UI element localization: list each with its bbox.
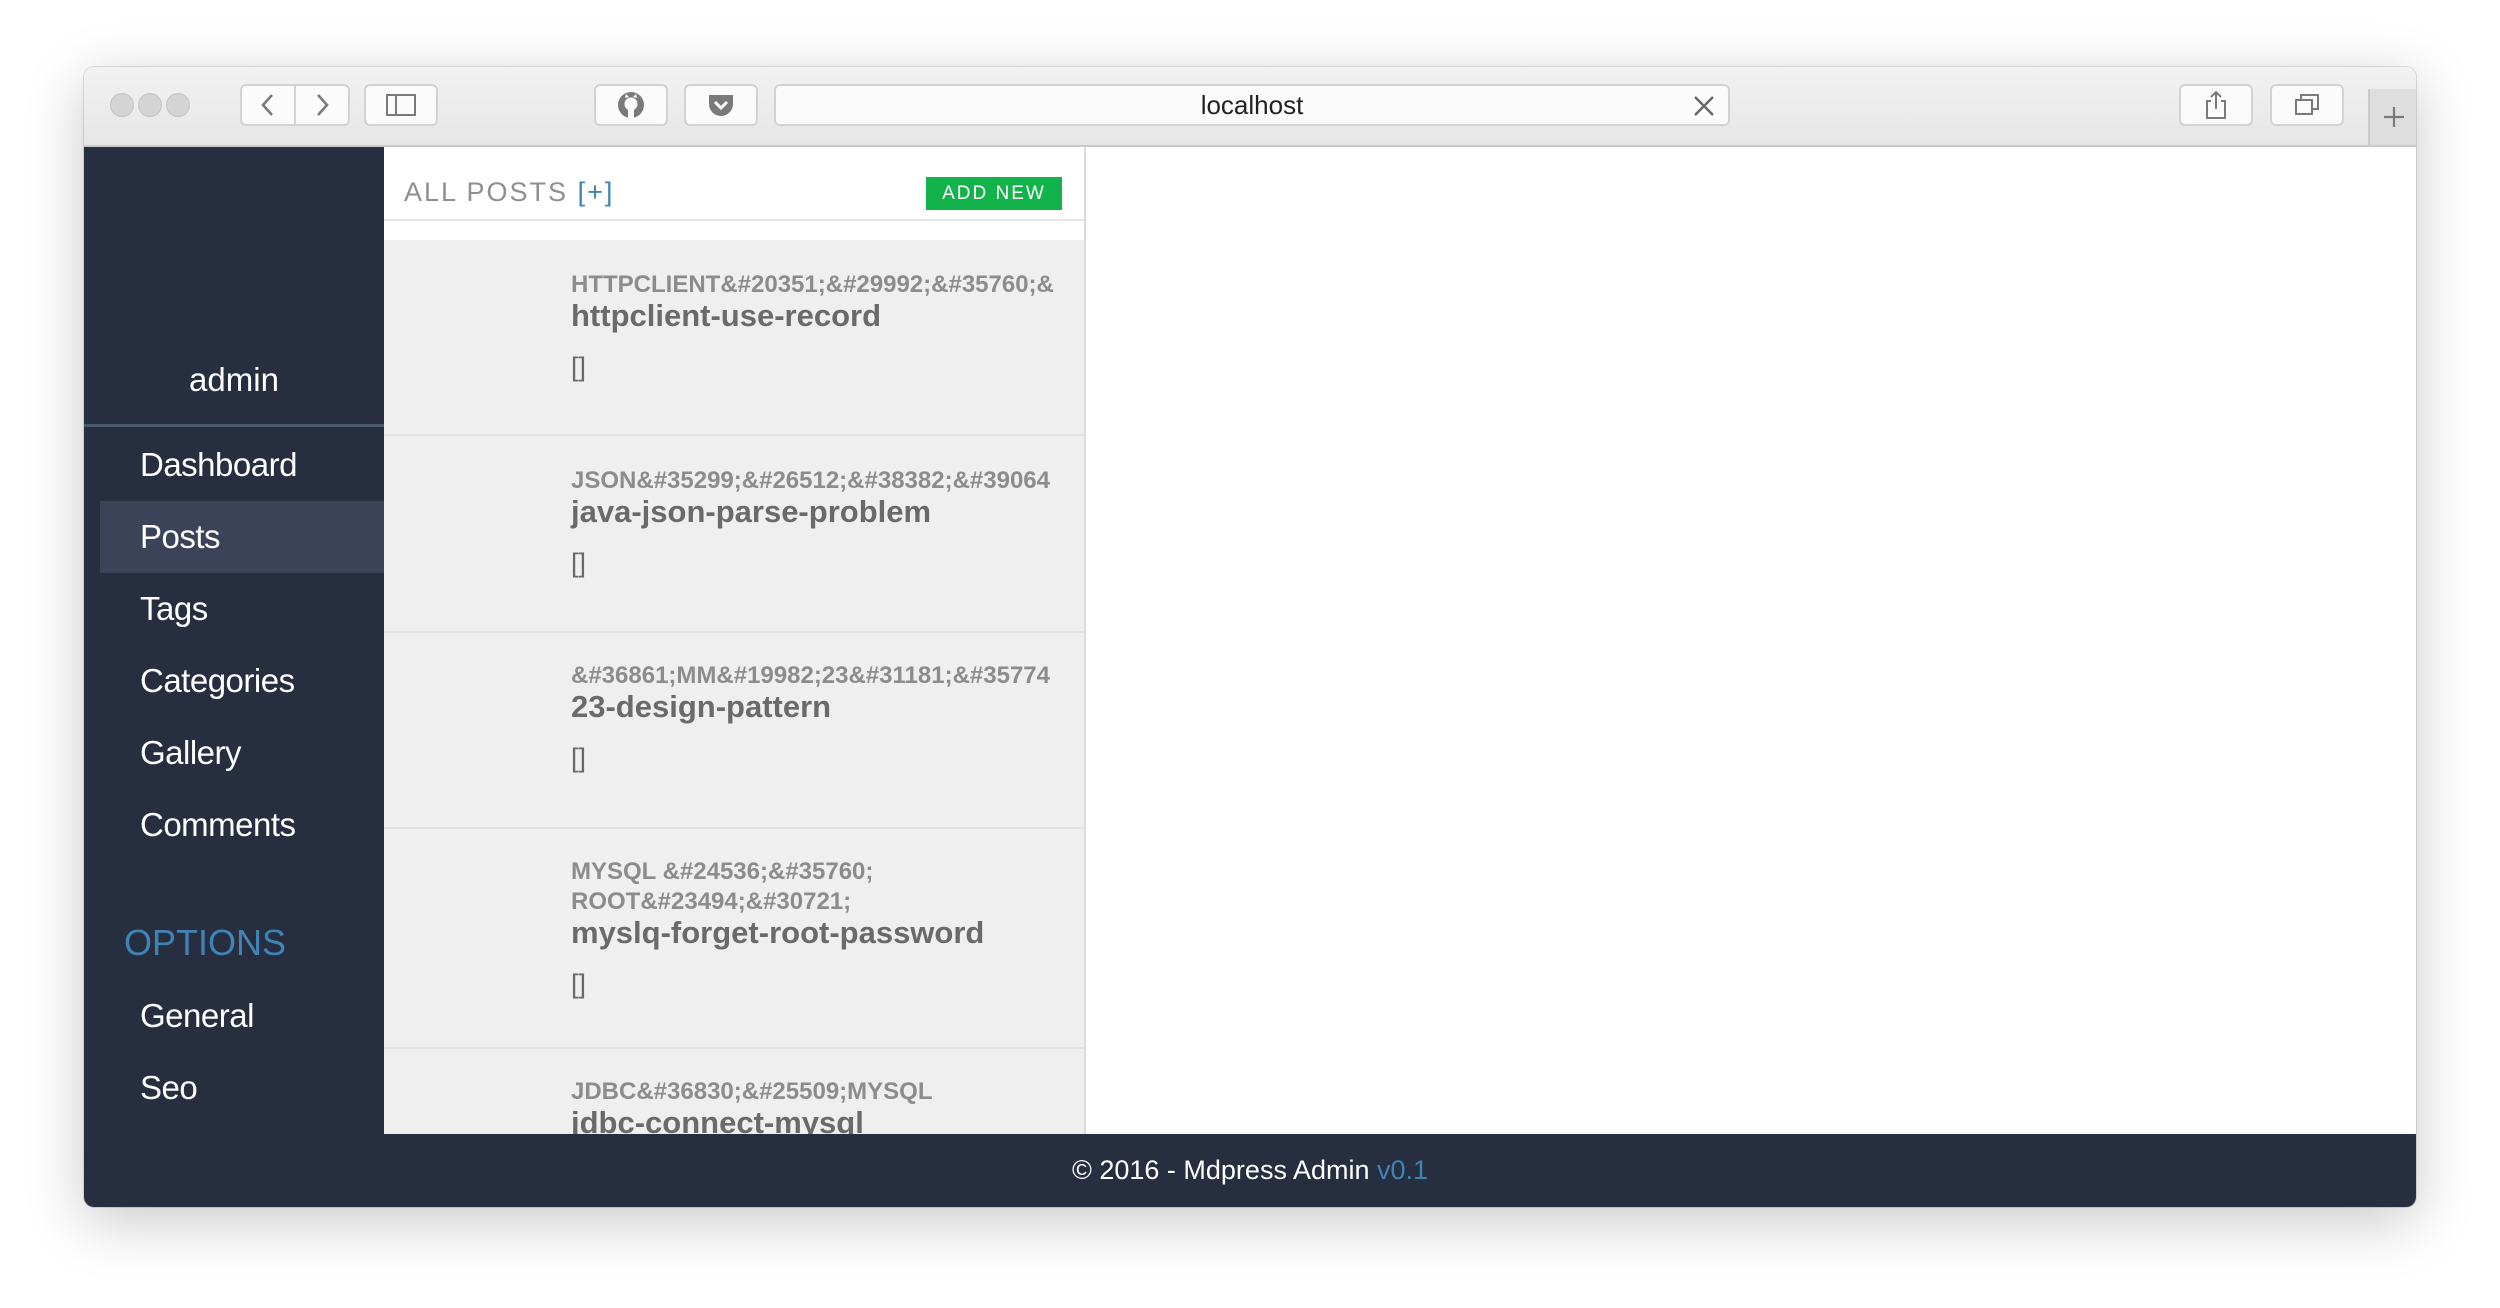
- tabs-overview-button[interactable]: [2270, 84, 2344, 126]
- nav-tags[interactable]: Tags: [100, 573, 384, 645]
- sidebar-toggle-button[interactable]: [364, 84, 438, 126]
- footer-text: © 2016 - Mdpress Admin: [1071, 1155, 1370, 1185]
- post-category: JDBC&#36830;&#25509;MYSQL: [571, 1078, 933, 1105]
- nav-comments[interactable]: Comments: [100, 789, 384, 861]
- post-category: HTTPCLIENT&#20351;&#29992;&#35760;&: [571, 271, 1054, 298]
- tabs-icon: [2295, 94, 2319, 115]
- close-window-button[interactable]: [110, 93, 134, 117]
- nav-posts[interactable]: Posts: [100, 501, 384, 573]
- pocket-icon: [709, 95, 733, 116]
- share-button[interactable]: [2179, 84, 2253, 126]
- nav-seo[interactable]: Seo: [100, 1052, 384, 1124]
- post-item[interactable]: JSON&#35299;&#26512;&#38382;&#39064 java…: [384, 436, 1084, 633]
- forward-button[interactable]: [294, 84, 350, 126]
- post-category: MYSQL &#24536;&#35760; ROOT&#23494;&#307…: [571, 858, 874, 915]
- back-button[interactable]: [240, 84, 296, 126]
- post-item[interactable]: &#36861;MM&#19982;23&#31181;&#35774 23-d…: [384, 633, 1084, 829]
- github-button[interactable]: [594, 84, 668, 126]
- user-panel: admin: [84, 147, 384, 427]
- options-heading: OPTIONS: [124, 922, 287, 963]
- post-item[interactable]: HTTPCLIENT&#20351;&#29992;&#35760;& http…: [384, 240, 1084, 436]
- footer-version[interactable]: v0.1: [1377, 1155, 1428, 1185]
- post-category: JSON&#35299;&#26512;&#38382;&#39064: [571, 467, 1051, 494]
- post-title: jdbc-connect-mysql: [571, 1105, 864, 1134]
- nav-dashboard[interactable]: Dashboard: [100, 429, 384, 501]
- content-area: [1086, 147, 2416, 1134]
- post-title: myslq-forget-root-password: [571, 915, 985, 950]
- sidebar: admin Dashboard Posts Tags Categories Ga…: [84, 147, 384, 1134]
- post-title: java-json-parse-problem: [571, 494, 932, 529]
- post-title: 23-design-pattern: [571, 689, 832, 724]
- address-bar[interactable]: localhost: [774, 84, 1730, 126]
- username[interactable]: admin: [84, 361, 384, 399]
- nav-gallery[interactable]: Gallery: [100, 717, 384, 789]
- post-category: &#36861;MM&#19982;23&#31181;&#35774: [571, 662, 1051, 689]
- list-title-text: ALL POSTS: [404, 177, 569, 207]
- chevron-right-icon: [317, 94, 329, 116]
- url-text: localhost: [1200, 90, 1304, 120]
- zoom-window-button[interactable]: [166, 93, 190, 117]
- add-post-link[interactable]: [+]: [578, 177, 615, 207]
- add-new-button[interactable]: ADD NEW: [926, 177, 1062, 210]
- chevron-left-icon: [261, 94, 273, 116]
- new-tab-button[interactable]: [2368, 89, 2416, 145]
- post-tags: []: [571, 743, 587, 773]
- github-icon: [618, 92, 644, 118]
- list-header: ALL POSTS [+] ADD NEW: [384, 147, 1084, 221]
- post-item[interactable]: JDBC&#36830;&#25509;MYSQL jdbc-connect-m…: [384, 1049, 1084, 1134]
- post-tags: []: [571, 969, 587, 999]
- post-tags: []: [571, 352, 587, 382]
- browser-window: localhost admin Dashboard Posts Tags Cat…: [84, 67, 2416, 1207]
- pocket-button[interactable]: [684, 84, 758, 126]
- browser-toolbar: localhost: [84, 67, 2416, 147]
- nav-general[interactable]: General: [100, 980, 384, 1052]
- share-icon: [2206, 90, 2226, 119]
- post-tags: []: [571, 548, 587, 578]
- sidebar-icon: [386, 94, 416, 116]
- post-title: httpclient-use-record: [571, 298, 882, 333]
- close-icon[interactable]: [1690, 92, 1718, 120]
- minimize-window-button[interactable]: [138, 93, 162, 117]
- plus-icon: [2384, 107, 2404, 127]
- list-title: ALL POSTS [+]: [404, 177, 614, 208]
- post-item[interactable]: MYSQL &#24536;&#35760; ROOT&#23494;&#307…: [384, 829, 1084, 1049]
- footer: © 2016 - Mdpress Admin v0.1: [84, 1134, 2416, 1207]
- nav-categories[interactable]: Categories: [100, 645, 384, 717]
- posts-list-pane: ALL POSTS [+] ADD NEW HTTPCLIENT&#20351;…: [384, 147, 1086, 1134]
